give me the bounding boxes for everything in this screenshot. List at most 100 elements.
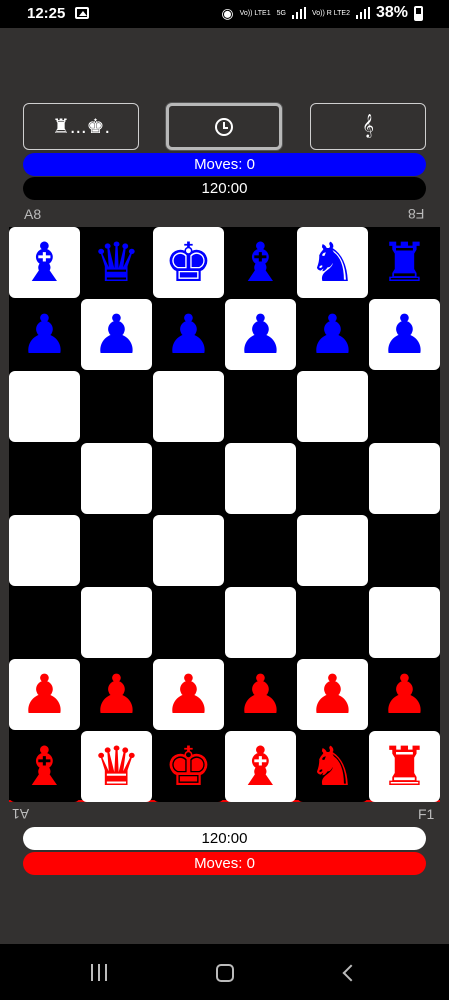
square-r7-c3[interactable]: ♝ — [225, 731, 296, 802]
square-r1-c1[interactable]: ♟ — [81, 299, 152, 370]
blue-bishop-piece[interactable]: ♝ — [20, 235, 68, 290]
timer-button[interactable] — [166, 103, 282, 150]
corner-top-left: A8 — [24, 206, 42, 222]
square-r0-c3[interactable]: ♝ — [225, 227, 296, 298]
volte2-label: Vo)) R LTE2 — [311, 9, 350, 17]
top-clock-bar: 120:00 — [23, 177, 426, 200]
square-r0-c4[interactable]: ♞ — [297, 227, 368, 298]
square-r3-c2[interactable] — [153, 443, 224, 514]
square-r1-c2[interactable]: ♟ — [153, 299, 224, 370]
music-icon: 𝄞 — [362, 115, 374, 137]
battery-percent: 38% — [375, 4, 408, 21]
gallery-icon — [75, 7, 89, 19]
square-r6-c5[interactable]: ♟ — [369, 659, 440, 730]
square-r5-c1[interactable] — [81, 587, 152, 658]
square-r7-c5[interactable]: ♜ — [369, 731, 440, 802]
square-r4-c0[interactable] — [9, 515, 80, 586]
square-r1-c4[interactable]: ♟ — [297, 299, 368, 370]
square-r6-c1[interactable]: ♟ — [81, 659, 152, 730]
square-r5-c0[interactable] — [9, 587, 80, 658]
square-r1-c0[interactable]: ♟ — [9, 299, 80, 370]
red-pawn-piece[interactable]: ♟ — [164, 667, 212, 722]
blue-knight-piece[interactable]: ♞ — [308, 235, 356, 290]
bottom-moves-bar: Moves: 0 — [23, 852, 426, 875]
status-time: 12:25 — [27, 5, 66, 22]
network-label: 5G — [276, 9, 286, 17]
recent-apps-icon[interactable] — [91, 964, 109, 981]
square-r0-c0[interactable]: ♝ — [9, 227, 80, 298]
blue-pawn-piece[interactable]: ♟ — [164, 307, 212, 362]
square-r5-c2[interactable] — [153, 587, 224, 658]
square-r2-c3[interactable] — [225, 371, 296, 442]
red-pawn-piece[interactable]: ♟ — [92, 667, 140, 722]
square-r7-c0[interactable]: ♝ — [9, 731, 80, 802]
sound-button[interactable]: 𝄞 — [310, 103, 426, 150]
red-queen-piece[interactable]: ♛ — [92, 739, 140, 794]
corner-bottom-left: A1 — [12, 806, 30, 822]
status-bar: 12:25 ◉ Vo)) LTE1 5G Vo)) R LTE2 38% — [0, 0, 449, 28]
square-r5-c4[interactable] — [297, 587, 368, 658]
square-r2-c4[interactable] — [297, 371, 368, 442]
square-r7-c2[interactable]: ♚ — [153, 731, 224, 802]
square-r6-c2[interactable]: ♟ — [153, 659, 224, 730]
blue-rook-piece[interactable]: ♜ — [380, 235, 428, 290]
blue-queen-piece[interactable]: ♛ — [92, 235, 140, 290]
pieces-button[interactable]: ♜...♚. — [23, 103, 139, 150]
status-right: ◉ Vo)) LTE1 5G Vo)) R LTE2 38% — [221, 4, 423, 22]
square-r6-c3[interactable]: ♟ — [225, 659, 296, 730]
square-r6-c0[interactable]: ♟ — [9, 659, 80, 730]
square-r7-c4[interactable]: ♞ — [297, 731, 368, 802]
square-r3-c5[interactable] — [369, 443, 440, 514]
red-bishop-piece[interactable]: ♝ — [236, 739, 284, 794]
top-clock-label: 120:00 — [201, 180, 248, 197]
square-r3-c1[interactable] — [81, 443, 152, 514]
square-r3-c4[interactable] — [297, 443, 368, 514]
red-pawn-piece[interactable]: ♟ — [308, 667, 356, 722]
square-r2-c5[interactable] — [369, 371, 440, 442]
square-r1-c3[interactable]: ♟ — [225, 299, 296, 370]
square-r7-c1[interactable]: ♛ — [81, 731, 152, 802]
square-r2-c1[interactable] — [81, 371, 152, 442]
square-r3-c3[interactable] — [225, 443, 296, 514]
blue-pawn-piece[interactable]: ♟ — [236, 307, 284, 362]
square-r0-c1[interactable]: ♛ — [81, 227, 152, 298]
corner-bottom-right: F1 — [418, 806, 435, 822]
square-r1-c5[interactable]: ♟ — [369, 299, 440, 370]
blue-pawn-piece[interactable]: ♟ — [20, 307, 68, 362]
home-icon[interactable] — [216, 964, 234, 982]
square-r0-c5[interactable]: ♜ — [369, 227, 440, 298]
red-king-piece[interactable]: ♚ — [164, 739, 212, 794]
square-r0-c2[interactable]: ♚ — [153, 227, 224, 298]
blue-bishop-piece[interactable]: ♝ — [236, 235, 284, 290]
square-r4-c4[interactable] — [297, 515, 368, 586]
hotspot-icon: ◉ — [221, 4, 234, 21]
corner-top-right: F8 — [408, 206, 425, 222]
back-icon[interactable] — [342, 964, 360, 982]
blue-pawn-piece[interactable]: ♟ — [380, 307, 428, 362]
square-r3-c0[interactable] — [9, 443, 80, 514]
square-r4-c3[interactable] — [225, 515, 296, 586]
blue-pawn-piece[interactable]: ♟ — [308, 307, 356, 362]
square-r2-c2[interactable] — [153, 371, 224, 442]
battery-icon — [414, 5, 423, 21]
square-r4-c5[interactable] — [369, 515, 440, 586]
red-pawn-piece[interactable]: ♟ — [236, 667, 284, 722]
square-r4-c1[interactable] — [81, 515, 152, 586]
blue-king-piece[interactable]: ♚ — [164, 235, 212, 290]
square-r5-c3[interactable] — [225, 587, 296, 658]
red-pawn-piece[interactable]: ♟ — [380, 667, 428, 722]
red-pawn-piece[interactable]: ♟ — [20, 667, 68, 722]
signal2-icon — [355, 7, 370, 19]
bottom-clock-bar: 120:00 — [23, 827, 426, 850]
blue-pawn-piece[interactable]: ♟ — [92, 307, 140, 362]
bottom-moves-label: Moves: 0 — [194, 855, 255, 872]
navigation-bar — [0, 944, 449, 1000]
red-rook-piece[interactable]: ♜ — [380, 739, 428, 794]
square-r4-c2[interactable] — [153, 515, 224, 586]
red-bishop-piece[interactable]: ♝ — [20, 739, 68, 794]
chess-board[interactable]: ♝ ♛ ♚ ♝ ♞ ♜ ♟ ♟ ♟ ♟ ♟ ♟ ♟ ♟ ♟ ♟ ♟ ♟ ♝ ♛ ♚ ♝ ♞ ♜ — [9, 227, 440, 802]
square-r2-c0[interactable] — [9, 371, 80, 442]
square-r6-c4[interactable]: ♟ — [297, 659, 368, 730]
square-r5-c5[interactable] — [369, 587, 440, 658]
red-knight-piece[interactable]: ♞ — [308, 739, 356, 794]
